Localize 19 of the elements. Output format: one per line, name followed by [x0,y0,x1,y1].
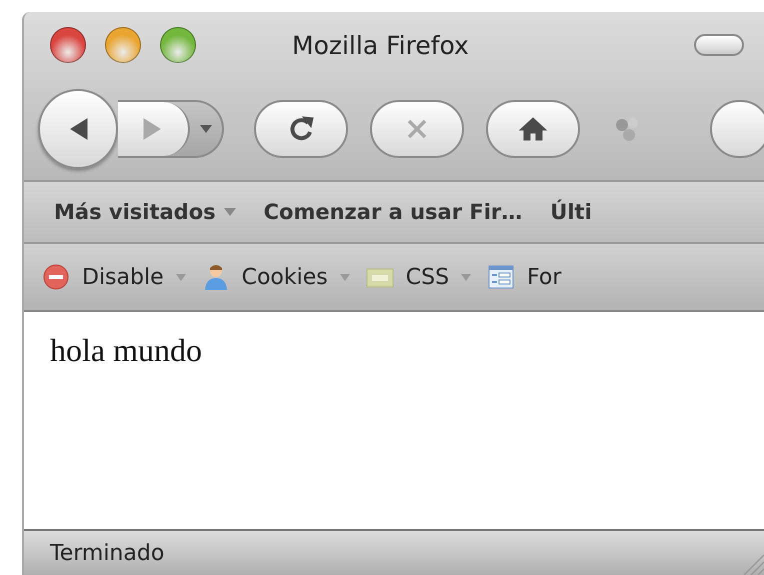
no-entry-icon [42,263,70,291]
window-title: Mozilla Firefox [292,30,469,60]
toolbar-menu-button[interactable]: For [527,264,562,290]
bookmark-item[interactable]: Comenzar a usar Fir… [264,200,522,224]
toolbar-menu-button[interactable]: CSS [406,264,450,290]
minimize-button[interactable] [105,27,141,63]
form-icon [487,263,516,291]
page-text: hola mundo [50,332,203,369]
caret-icon [200,125,212,133]
toolbar-button[interactable] [710,100,764,158]
bookmark-item[interactable]: Más visitados [54,200,216,224]
toolbar-menu-button[interactable]: Cookies [242,264,328,290]
zoom-button[interactable] [160,27,196,63]
close-button[interactable] [50,27,86,63]
status-text: Terminado [50,540,164,566]
back-button[interactable] [38,89,118,169]
toolbar-toggle-button[interactable] [694,34,744,56]
bookmark-item[interactable]: Últi [550,200,592,224]
toolbar-menu-button[interactable]: Disable [82,264,164,290]
